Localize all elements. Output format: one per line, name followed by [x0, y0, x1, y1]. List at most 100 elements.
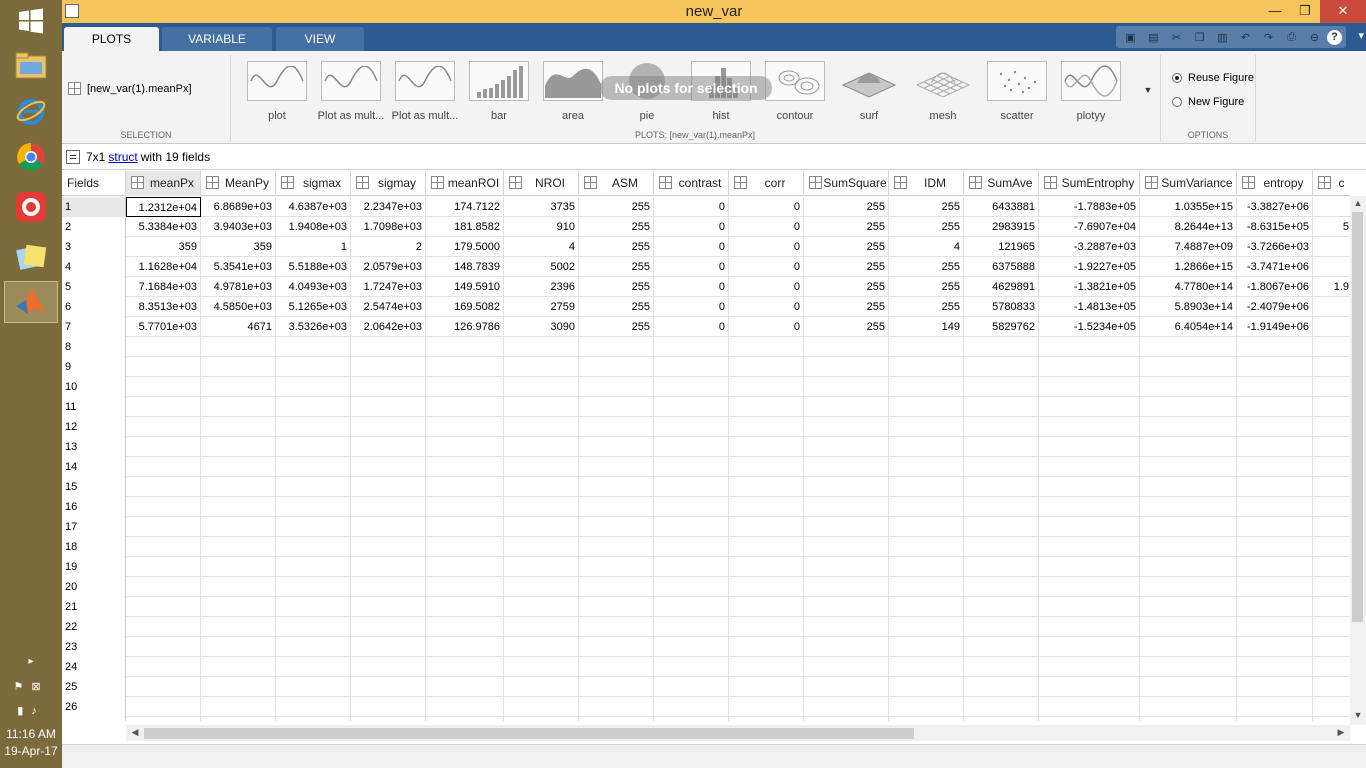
table-cell[interactable]: 255 [889, 197, 964, 217]
table-cell[interactable] [126, 377, 201, 397]
table-cell[interactable] [729, 577, 804, 597]
table-cell[interactable]: 6375888 [964, 257, 1039, 277]
table-cell[interactable] [1237, 597, 1313, 617]
paste-icon[interactable]: ▥ [1212, 28, 1233, 46]
table-cell[interactable]: 1.7098e+03 [351, 217, 426, 237]
table-cell[interactable] [889, 437, 964, 457]
table-cell[interactable]: 2.0642e+03 [351, 317, 426, 337]
table-cell[interactable] [351, 417, 426, 437]
table-cell[interactable] [504, 637, 579, 657]
table-cell[interactable] [1313, 337, 1350, 357]
table-cell[interactable] [889, 377, 964, 397]
table-cell[interactable] [1237, 697, 1313, 717]
table-cell[interactable] [964, 717, 1039, 721]
table-cell[interactable] [276, 597, 351, 617]
table-cell[interactable] [351, 677, 426, 697]
table-cell[interactable] [654, 457, 729, 477]
row-number[interactable]: 22 [62, 617, 126, 637]
table-cell[interactable] [426, 437, 504, 457]
table-cell[interactable] [1140, 597, 1237, 617]
table-cell[interactable]: 255 [804, 317, 889, 337]
table-cell[interactable] [1039, 637, 1140, 657]
table-cell[interactable] [579, 337, 654, 357]
table-cell[interactable] [964, 497, 1039, 517]
table-cell[interactable] [1039, 337, 1140, 357]
area-button[interactable]: area [539, 59, 607, 125]
redo-icon[interactable]: ↷ [1258, 28, 1279, 46]
table-cell[interactable] [1237, 417, 1313, 437]
row-number[interactable]: 9 [62, 357, 126, 377]
copy-icon[interactable]: ❐ [1189, 28, 1210, 46]
table-cell[interactable] [504, 717, 579, 721]
table-cell[interactable]: 255 [579, 277, 654, 297]
table-cell[interactable] [126, 717, 201, 721]
table-cell[interactable]: 2.5474e+03 [351, 297, 426, 317]
table-cell[interactable] [426, 517, 504, 537]
table-cell[interactable] [1140, 537, 1237, 557]
column-header-entropy[interactable]: entropy [1237, 171, 1313, 196]
table-cell[interactable] [654, 397, 729, 417]
row-number[interactable]: 11 [62, 397, 126, 417]
column-header-nroi[interactable]: NROI [504, 171, 579, 196]
table-cell[interactable]: 8.3513e+03 [126, 297, 201, 317]
table-cell[interactable] [201, 417, 276, 437]
cut-icon[interactable]: ✂ [1166, 28, 1187, 46]
table-cell[interactable] [351, 577, 426, 597]
table-cell[interactable]: 255 [804, 197, 889, 217]
table-cell[interactable] [201, 637, 276, 657]
table-cell[interactable]: 1.7247e+03 [351, 277, 426, 297]
matlab-taskbar-button[interactable] [4, 281, 58, 323]
table-cell[interactable] [654, 617, 729, 637]
table-cell[interactable]: 4 [889, 237, 964, 257]
table-cell[interactable] [804, 337, 889, 357]
table-cell[interactable] [1313, 577, 1350, 597]
table-cell[interactable] [426, 477, 504, 497]
row-number[interactable]: 7 [62, 317, 126, 337]
table-cell[interactable] [126, 657, 201, 677]
table-cell[interactable]: 359 [201, 237, 276, 257]
horizontal-scrollbar[interactable]: ◀ ▶ [126, 725, 1350, 741]
table-cell[interactable]: 0 [729, 277, 804, 297]
table-cell[interactable] [1313, 317, 1350, 337]
table-cell[interactable] [1039, 457, 1140, 477]
table-cell[interactable] [504, 677, 579, 697]
table-cell[interactable] [201, 557, 276, 577]
table-cell[interactable] [504, 557, 579, 577]
collapse-ribbon-icon[interactable]: ▾ [1358, 29, 1364, 42]
table-cell[interactable] [889, 697, 964, 717]
table-cell[interactable]: 3735 [504, 197, 579, 217]
table-cell[interactable] [804, 557, 889, 577]
table-cell[interactable] [1140, 517, 1237, 537]
table-cell[interactable] [1039, 717, 1140, 721]
reuse-figure-radio[interactable] [1172, 73, 1182, 83]
row-number[interactable]: 3 [62, 237, 126, 257]
table-cell[interactable] [351, 697, 426, 717]
table-cell[interactable] [1313, 717, 1350, 721]
table-cell[interactable] [729, 697, 804, 717]
table-cell[interactable] [804, 697, 889, 717]
row-number[interactable]: 2 [62, 217, 126, 237]
table-cell[interactable] [126, 497, 201, 517]
table-cell[interactable] [1039, 617, 1140, 637]
table-cell[interactable] [1039, 477, 1140, 497]
table-cell[interactable] [201, 697, 276, 717]
table-cell[interactable] [1237, 717, 1313, 721]
table-cell[interactable] [201, 597, 276, 617]
row-number[interactable]: 16 [62, 497, 126, 517]
table-cell[interactable]: 4.7780e+14 [1140, 277, 1237, 297]
table-cell[interactable] [426, 697, 504, 717]
table-cell[interactable] [201, 577, 276, 597]
table-cell[interactable] [351, 477, 426, 497]
table-cell[interactable] [426, 537, 504, 557]
table-cell[interactable] [654, 657, 729, 677]
more-plots-dropdown[interactable]: ▼ [1138, 59, 1158, 121]
table-cell[interactable]: 4671 [201, 317, 276, 337]
table-cell[interactable] [654, 697, 729, 717]
table-cell[interactable]: 1.2312e+04 [126, 197, 201, 217]
table-cell[interactable] [654, 357, 729, 377]
table-cell[interactable] [276, 457, 351, 477]
table-cell[interactable]: 0 [729, 197, 804, 217]
table-cell[interactable]: 169.5082 [426, 297, 504, 317]
scroll-up-icon[interactable]: ▲ [1351, 198, 1365, 208]
row-number[interactable]: 20 [62, 577, 126, 597]
